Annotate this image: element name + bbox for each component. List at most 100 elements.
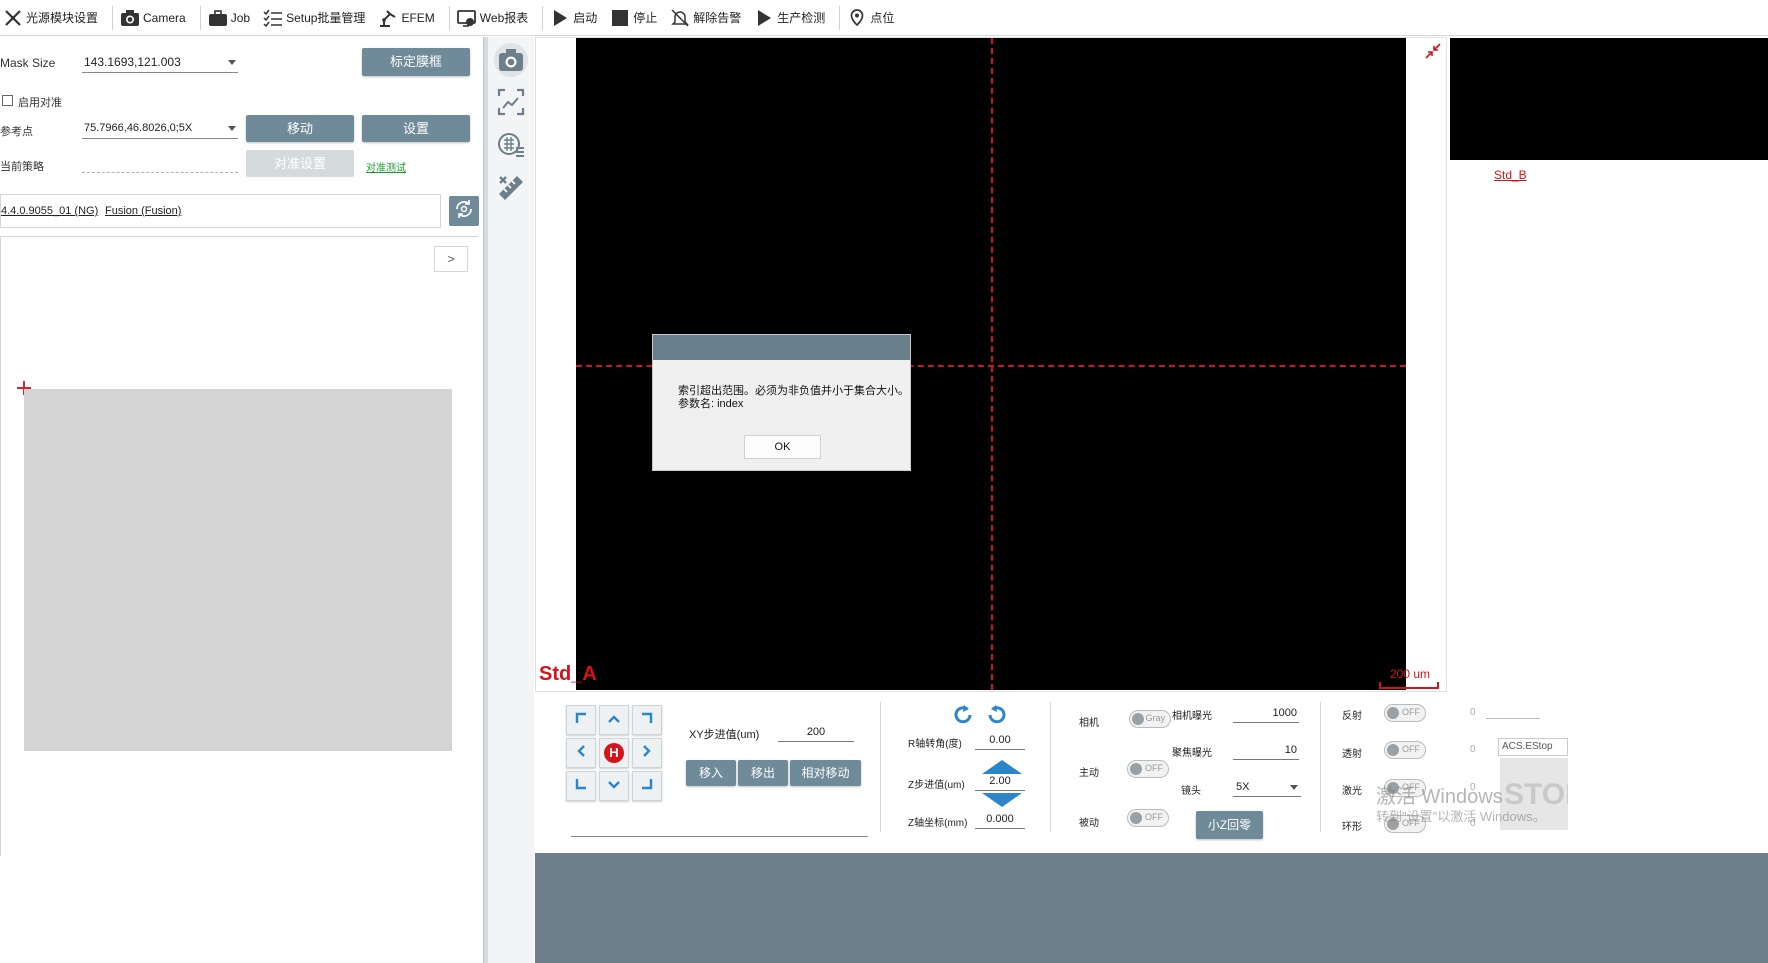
z-coord-label: Z轴坐标(mm): [908, 818, 968, 829]
z-step-input[interactable]: 2.00: [975, 773, 1025, 791]
transmit-toggle[interactable]: OFF: [1384, 741, 1426, 759]
toolbar-label: 点位: [870, 11, 895, 25]
chevron-up-icon: [607, 711, 621, 729]
image-fit-icon[interactable]: [494, 85, 528, 119]
dialog-message-line2: 参数名: index: [678, 398, 744, 410]
refresh-recipe-button[interactable]: [449, 196, 479, 226]
toolbar-job[interactable]: Job: [205, 0, 260, 36]
toggle-text: OFF: [1145, 763, 1163, 773]
z-coord-input[interactable]: 0.000: [975, 811, 1025, 829]
chevron-down-icon: [607, 777, 621, 795]
crosshair-vertical: [991, 38, 993, 690]
z-step-label: Z步进值(um): [908, 780, 965, 791]
ref-point-select[interactable]: 75.7966,46.8026,0;5X: [82, 119, 238, 139]
enable-align-checkbox[interactable]: [2, 95, 13, 106]
recipe-name-link[interactable]: 4.4.0.9055_01 (NG): [1, 205, 98, 217]
toolbar-start[interactable]: 启动: [547, 0, 607, 36]
set-button[interactable]: 设置: [362, 115, 470, 142]
focus-exposure-input[interactable]: 10: [1233, 742, 1299, 760]
secondary-view-label[interactable]: Std_B: [1494, 168, 1527, 182]
toolbar-web-report[interactable]: Web报表: [454, 0, 538, 36]
rotate-ccw-icon[interactable]: [952, 704, 974, 726]
toolbar-light-module[interactable]: 光源模块设置: [0, 0, 108, 36]
toolbar-setup-batch[interactable]: Setup批量管理: [260, 0, 375, 36]
lens-label: 镜头: [1181, 786, 1201, 797]
jog-down-left-button[interactable]: [566, 771, 596, 801]
align-test-link[interactable]: 对准测试: [366, 159, 406, 174]
camera-exposure-input[interactable]: 1000: [1233, 705, 1299, 723]
dialog-title-bar[interactable]: [653, 335, 910, 360]
section-divider: [1050, 702, 1051, 832]
active-toggle[interactable]: OFF: [1127, 760, 1169, 778]
move-in-button[interactable]: 移入: [686, 760, 736, 786]
toolbar-production-inspect[interactable]: 生产检测: [751, 0, 835, 36]
scale-bar-label: 200 um: [1390, 667, 1431, 681]
toolbar-divider: [448, 5, 450, 30]
expand-button[interactable]: >: [434, 246, 468, 272]
toolbar-label: EFEM: [401, 10, 435, 25]
toggle-knob: [1130, 763, 1142, 775]
xy-step-input[interactable]: 200: [778, 724, 854, 742]
calibrate-frame-button[interactable]: 标定膜框: [362, 48, 470, 76]
jog-up-right-button[interactable]: [632, 705, 662, 735]
r-axis-input[interactable]: 0.00: [975, 732, 1025, 750]
ref-point-label: 参考点: [0, 126, 33, 138]
current-strategy-label: 当前策略: [0, 161, 44, 173]
capture-camera-icon[interactable]: [494, 43, 528, 77]
measure-ruler-icon[interactable]: [494, 171, 528, 205]
corner-up-left-icon: [575, 711, 587, 729]
small-z-home-button[interactable]: 小Z回零: [1196, 811, 1263, 839]
dialog-message: 索引超出范围。必须为非负值并小于集合大小。 参数名: index: [678, 385, 909, 411]
recipe-fusion-link[interactable]: Fusion (Fusion): [105, 205, 181, 217]
move-button[interactable]: 移动: [246, 115, 354, 142]
mask-size-select[interactable]: 143.1693,121.003: [82, 53, 238, 73]
jog-up-button[interactable]: [599, 705, 629, 735]
toolbar-clear-alarm[interactable]: 解除告警: [667, 0, 751, 36]
mask-size-label: Mask Size: [0, 56, 56, 70]
lens-value: 5X: [1236, 781, 1250, 793]
toolbar-label: 解除告警: [693, 11, 742, 25]
align-settings-button[interactable]: 对准设置: [246, 150, 354, 177]
error-dialog: 索引超出范围。必须为非负值并小于集合大小。 参数名: index OK: [652, 334, 911, 471]
toggle-text: OFF: [1402, 744, 1420, 754]
toggle-knob: [1387, 707, 1399, 719]
reflect-select[interactable]: [1486, 718, 1540, 719]
dialog-ok-button[interactable]: OK: [744, 435, 821, 459]
toolbar-stop[interactable]: 停止: [607, 0, 667, 36]
toolbar-points[interactable]: 点位: [844, 0, 904, 36]
wafer-map-area[interactable]: [24, 389, 452, 751]
chevron-right-icon: [642, 744, 652, 763]
z-down-button[interactable]: [982, 793, 1022, 807]
collapse-view-icon[interactable]: [1424, 42, 1442, 60]
jog-down-button[interactable]: [599, 771, 629, 801]
wafer-grid-icon[interactable]: [494, 127, 528, 161]
toolbar-label: Camera: [143, 10, 186, 25]
toolbar-divider: [199, 5, 201, 30]
toolbar-label: Setup批量管理: [286, 11, 366, 25]
move-out-button[interactable]: 移出: [738, 760, 788, 786]
camera-exposure-label: 相机曝光: [1172, 711, 1212, 722]
jog-up-left-button[interactable]: [566, 705, 596, 735]
camera-mode-toggle[interactable]: Gray: [1129, 710, 1171, 728]
focus-exposure-label: 聚焦曝光: [1172, 748, 1212, 759]
rotate-cw-icon[interactable]: [986, 704, 1008, 726]
relative-move-button[interactable]: 相对移动: [790, 760, 861, 786]
toolbar-efem[interactable]: EFEM: [375, 0, 444, 36]
z-up-button[interactable]: [982, 760, 1022, 774]
toolbar-camera[interactable]: Camera: [117, 0, 196, 36]
lens-select[interactable]: 5X: [1233, 779, 1301, 797]
passive-toggle[interactable]: OFF: [1127, 809, 1169, 827]
toolbar-divider: [839, 5, 841, 30]
current-strategy-field: [82, 172, 238, 173]
toggle-knob: [1132, 713, 1144, 725]
jog-down-right-button[interactable]: [632, 771, 662, 801]
secondary-camera-view[interactable]: [1450, 38, 1768, 160]
reflect-toggle[interactable]: OFF: [1384, 704, 1426, 722]
corner-down-right-icon: [641, 777, 653, 795]
jog-left-button[interactable]: [566, 738, 596, 768]
toolbar-label: 光源模块设置: [26, 11, 99, 25]
scale-bar: [1379, 682, 1439, 689]
jog-home-button[interactable]: H: [599, 738, 629, 768]
play-icon: [753, 7, 775, 29]
jog-right-button[interactable]: [632, 738, 662, 768]
